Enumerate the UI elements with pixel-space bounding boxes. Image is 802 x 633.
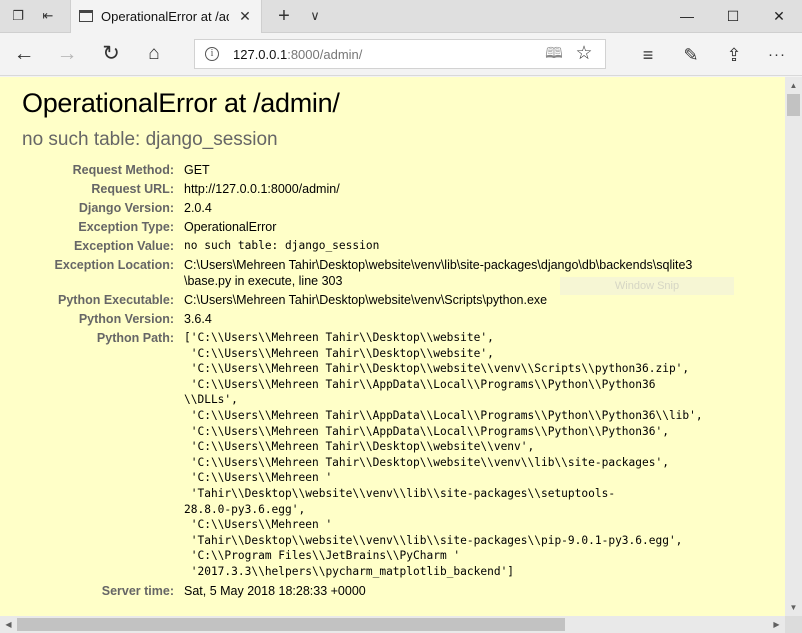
address-bar[interactable]: i 127.0.0.1:8000/admin/ 🕮 ☆ bbox=[194, 39, 606, 69]
meta-value: 2.0.4 bbox=[184, 201, 212, 215]
meta-label: Request URL: bbox=[91, 182, 174, 196]
close-window-button[interactable]: ✕ bbox=[756, 0, 802, 33]
address-text[interactable]: 127.0.0.1:8000/admin/ bbox=[233, 47, 362, 62]
meta-label: Request Method: bbox=[72, 163, 174, 177]
meta-row: Server time: Sat, 5 May 2018 18:28:33 +00… bbox=[0, 583, 785, 599]
meta-value: Sat, 5 May 2018 18:28:33 +0000 bbox=[184, 583, 366, 598]
refresh-icon[interactable]: ↻ bbox=[95, 39, 127, 69]
arrow-left-icon[interactable]: ← bbox=[8, 39, 40, 69]
meta-label: Python Executable: bbox=[58, 293, 174, 307]
meta-value: GET bbox=[184, 163, 210, 177]
meta-value: no such table: django_session bbox=[184, 239, 380, 252]
maximize-button[interactable]: ☐ bbox=[710, 0, 756, 33]
address-path: :8000/admin/ bbox=[287, 47, 363, 62]
scroll-right-icon[interactable]: ▶ bbox=[768, 616, 785, 633]
meta-value: C:\Users\Mehreen Tahir\Desktop\website\v… bbox=[184, 293, 548, 307]
meta-row: Request URL: http://127.0.0.1:8000/admin/ bbox=[0, 181, 785, 197]
meta-row: Django Version: 2.0.4 bbox=[0, 200, 785, 216]
star-icon[interactable]: ☆ bbox=[573, 43, 595, 65]
meta-label: Server time: bbox=[101, 583, 174, 598]
meta-row: Python Path: ['C:\\Users\\Mehreen Tahir\\… bbox=[0, 330, 785, 580]
minimize-button[interactable]: — bbox=[664, 0, 710, 33]
title-bar: ❐ ⇤ OperationalError at /admin/ ✕ + ∨ — … bbox=[0, 0, 802, 33]
tab-title: OperationalError at /admin/ bbox=[101, 9, 229, 24]
meta-label: Exception Location: bbox=[54, 258, 174, 272]
pen-icon[interactable]: ✎ bbox=[677, 41, 705, 69]
set-aside-tabs-icon[interactable]: ⇤ bbox=[39, 8, 57, 24]
meta-row: Exception Type: OperationalError bbox=[0, 219, 785, 235]
info-icon[interactable]: i bbox=[205, 47, 219, 61]
arrow-right-icon[interactable]: → bbox=[51, 39, 83, 69]
meta-row: Request Method: GET bbox=[0, 162, 785, 178]
meta-label: Exception Type: bbox=[78, 220, 174, 234]
navigation-bar: ← → ↻ ⌂ i 127.0.0.1:8000/admin/ 🕮 ☆ ≡ ✎ … bbox=[0, 33, 802, 76]
horizontal-scrollbar[interactable]: ◀ ▶ bbox=[0, 616, 785, 633]
meta-label: Python Version: bbox=[78, 312, 174, 326]
meta-value: OperationalError bbox=[184, 220, 277, 234]
meta-label: Exception Value: bbox=[73, 239, 174, 253]
chevron-down-icon[interactable]: ∨ bbox=[306, 6, 324, 26]
new-tab-icon[interactable]: + bbox=[274, 6, 294, 26]
scrollbar-corner bbox=[785, 616, 802, 633]
window-snip-overlay: Window Snip bbox=[560, 277, 734, 295]
error-meta-table: Request Method: GET Request URL: http://127… bbox=[0, 162, 785, 602]
scroll-up-icon[interactable]: ▲ bbox=[785, 77, 802, 94]
home-icon[interactable]: ⌂ bbox=[138, 39, 170, 69]
meta-row: Python Version: 3.6.4 bbox=[0, 311, 785, 327]
favorites-hub-icon[interactable]: ≡ bbox=[634, 41, 662, 69]
meta-value: http://127.0.0.1:8000/admin/ bbox=[184, 182, 340, 196]
vertical-scroll-thumb[interactable] bbox=[787, 94, 800, 116]
horizontal-scroll-thumb[interactable] bbox=[17, 618, 565, 631]
page-title: OperationalError at /admin/ bbox=[22, 88, 340, 118]
address-host: 127.0.0.1 bbox=[233, 47, 288, 62]
meta-label: Django Version: bbox=[78, 201, 174, 215]
meta-row: Exception Value: no such table: django_se… bbox=[0, 238, 785, 254]
page-subtitle: no such table: django_session bbox=[22, 129, 278, 150]
tab-manager-icon[interactable]: ❐ bbox=[9, 8, 27, 24]
vertical-scrollbar[interactable]: ▲ ▼ bbox=[785, 77, 802, 616]
page-icon bbox=[79, 10, 93, 22]
book-icon[interactable]: 🕮 bbox=[543, 44, 565, 64]
close-tab-icon[interactable]: ✕ bbox=[237, 8, 253, 24]
tab-active[interactable]: OperationalError at /admin/ ✕ bbox=[70, 0, 262, 33]
share-icon[interactable]: ⇪ bbox=[720, 41, 748, 69]
scroll-left-icon[interactable]: ◀ bbox=[0, 616, 17, 633]
meta-value: ['C:\\Users\\Mehreen Tahir\\Desktop\\web… bbox=[184, 331, 703, 578]
meta-value: 3.6.4 bbox=[184, 312, 212, 326]
scroll-down-icon[interactable]: ▼ bbox=[785, 599, 802, 616]
page-viewport: OperationalError at /admin/ no such tabl… bbox=[0, 77, 785, 616]
more-dots-icon[interactable]: ··· bbox=[763, 41, 791, 69]
meta-label: Python Path: bbox=[96, 331, 174, 345]
